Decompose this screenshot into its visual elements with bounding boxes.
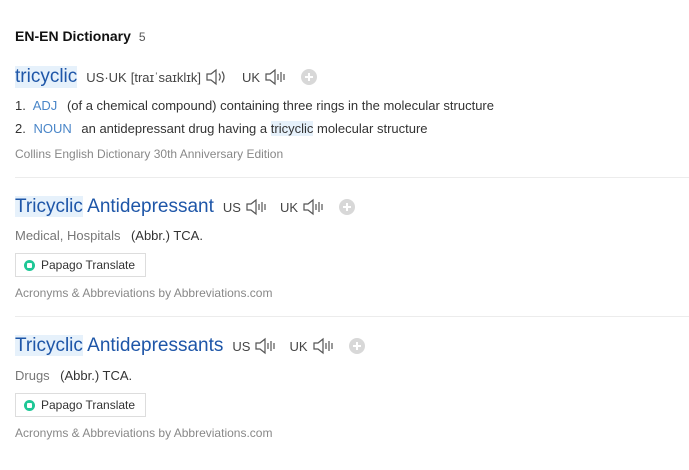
sense-definition-tail: molecular structure	[316, 121, 428, 136]
pronunciation-label: UK	[241, 69, 261, 85]
entry-header: tricyclic US·UK [traɪˈsaɪklɪk] UK	[15, 66, 318, 88]
speaker-icon[interactable]	[205, 68, 230, 86]
speaker-icon[interactable]	[264, 68, 289, 86]
papago-logo-icon	[24, 399, 35, 411]
divider	[15, 316, 689, 317]
headword-link[interactable]: tricyclic	[15, 66, 78, 88]
headword-rest: Antidepressants	[87, 335, 224, 356]
field-definition-row: Drugs (Abbr.) TCA.	[15, 367, 132, 385]
add-to-wordbook-button[interactable]	[348, 338, 365, 354]
papago-translate-button[interactable]: Papago Translate	[15, 393, 147, 417]
sense-number: 2.	[15, 121, 26, 136]
divider	[15, 177, 689, 178]
dictionary-source[interactable]: Acronyms & Abbreviations by Abbreviation…	[15, 286, 272, 300]
part-of-speech: NOUN	[33, 121, 72, 136]
sense-item: 1. ADJ (of a chemical compound) containi…	[15, 98, 494, 113]
result-count: 5	[138, 30, 146, 44]
pronunciation-label: US·UK	[86, 69, 127, 85]
abbreviation-definition: (Abbr.) TCA.	[60, 368, 133, 383]
speaker-icon[interactable]	[254, 337, 279, 355]
speaker-icon[interactable]	[312, 337, 337, 355]
entry-header: Tricyclic Antidepressants US UK	[15, 335, 365, 357]
dictionary-source[interactable]: Collins English Dictionary 30th Annivers…	[15, 147, 283, 161]
field-definition-row: Medical, Hospitals (Abbr.) TCA.	[15, 227, 203, 245]
headword-highlight: Tricyclic	[15, 196, 83, 217]
entry-header: Tricyclic Antidepressant US UK	[15, 196, 356, 218]
part-of-speech: ADJ	[32, 98, 58, 113]
speaker-icon[interactable]	[245, 198, 270, 216]
sense-definition: an antidepressant drug having a	[81, 121, 268, 136]
pronunciation-label: UK	[279, 199, 299, 215]
highlighted-term: tricyclic	[270, 121, 314, 136]
headword-highlight: Tricyclic	[15, 335, 83, 356]
section-title: EN-EN Dictionary 5	[15, 28, 146, 44]
papago-translate-label: Papago Translate	[41, 258, 136, 272]
phonetic-transcription: [traɪˈsaɪklɪk]	[130, 69, 201, 85]
papago-translate-label: Papago Translate	[41, 398, 136, 412]
pronunciation-label: UK	[289, 338, 308, 354]
abbreviation-definition: (Abbr.) TCA.	[130, 228, 203, 243]
pronunciation-label: US	[222, 199, 241, 215]
papago-logo-icon	[24, 259, 35, 271]
papago-translate-button[interactable]: Papago Translate	[15, 253, 147, 277]
dictionary-source[interactable]: Acronyms & Abbreviations by Abbreviation…	[15, 426, 272, 440]
add-to-wordbook-button[interactable]	[339, 199, 356, 215]
add-to-wordbook-button[interactable]	[301, 69, 318, 85]
subject-field: Medical, Hospitals	[15, 228, 121, 243]
sense-item: 2. NOUN an antidepressant drug having a …	[15, 121, 428, 136]
sense-number: 1.	[15, 98, 26, 113]
section-title-text: EN-EN Dictionary	[15, 28, 131, 44]
speaker-icon[interactable]	[302, 198, 327, 216]
headword-link[interactable]: Tricyclic Antidepressant	[15, 196, 214, 218]
subject-field: Drugs	[15, 368, 50, 383]
sense-definition: (of a chemical compound) containing thre…	[66, 98, 494, 113]
pronunciation-label: US	[232, 338, 251, 354]
headword-rest: Antidepressant	[87, 196, 214, 217]
headword-link[interactable]: Tricyclic Antidepressants	[15, 335, 223, 357]
